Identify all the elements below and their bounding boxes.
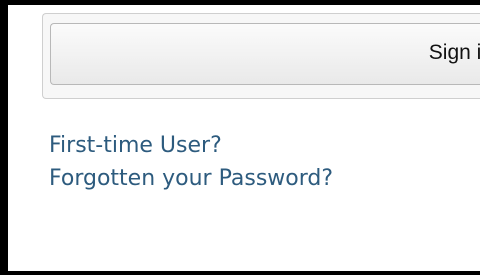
login-frame: Sign in First-time User? Forgotten your … [0, 0, 480, 275]
sign-in-label: Sign in [428, 41, 480, 64]
first-time-user-link[interactable]: First-time User? [49, 129, 479, 162]
help-links: First-time User? Forgotten your Password… [49, 129, 479, 195]
sign-in-button[interactable]: Sign in [50, 23, 480, 85]
forgot-password-link[interactable]: Forgotten your Password? [49, 162, 479, 195]
